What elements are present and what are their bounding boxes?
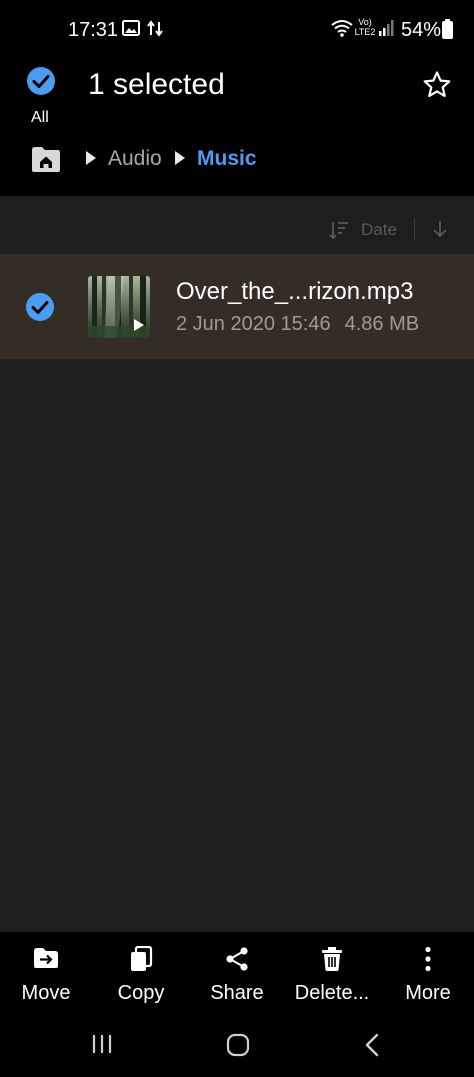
- recent-apps-icon[interactable]: [91, 1033, 113, 1060]
- file-date: 2 Jun 2020 15:46: [176, 313, 331, 335]
- sort-direction-arrow-icon[interactable]: [431, 219, 449, 244]
- file-name: Over_the_...rizon.mp3: [176, 278, 414, 305]
- row-checked-icon[interactable]: [25, 292, 55, 327]
- move-button[interactable]: Move: [6, 932, 86, 1020]
- wifi-icon: [331, 19, 353, 42]
- breadcrumb-music[interactable]: Music: [197, 147, 257, 171]
- more-label: More: [405, 982, 451, 1004]
- trash-icon: [321, 946, 343, 977]
- file-row[interactable]: Over_the_...rizon.mp3 2 Jun 2020 15:46 4.…: [0, 254, 474, 359]
- back-icon[interactable]: [364, 1033, 380, 1062]
- select-all-checkbox[interactable]: All: [22, 66, 60, 126]
- checked-circle-icon: [26, 66, 56, 101]
- more-vertical-icon: [424, 946, 432, 977]
- selection-top-bar: All 1 selected: [0, 56, 474, 126]
- battery-percent: 54%: [401, 19, 442, 41]
- sort-bar: Date: [0, 196, 474, 254]
- sort-divider: [414, 218, 415, 240]
- breadcrumb-separator-icon: [86, 151, 96, 165]
- system-navigation-bar: [0, 1020, 474, 1077]
- signal-icon: [378, 19, 394, 42]
- copy-button[interactable]: Copy: [100, 932, 182, 1020]
- status-time: 17:31: [68, 19, 119, 41]
- home-icon[interactable]: [30, 144, 62, 174]
- delete-button[interactable]: Delete...: [288, 932, 376, 1020]
- bottom-action-bar: Move Copy Share Delete... More: [0, 932, 474, 1020]
- status-bar: 17:31 Vo) LTE2 54%: [0, 0, 474, 56]
- move-label: Move: [21, 982, 71, 1004]
- file-meta: 2 Jun 2020 15:46 4.86 MB: [176, 313, 419, 336]
- home-button-icon[interactable]: [226, 1033, 250, 1062]
- volte-indicator: Vo) LTE2: [354, 17, 376, 37]
- file-list: Date Over_the_...rizon.mp3 2 Jun 2020 15…: [0, 196, 474, 932]
- share-icon: [225, 946, 249, 977]
- copy-label: Copy: [117, 982, 165, 1004]
- battery-icon: [442, 19, 453, 44]
- delete-label: Delete...: [294, 982, 370, 1004]
- move-icon: [33, 946, 59, 975]
- breadcrumb: Audio Music: [0, 140, 474, 180]
- more-button[interactable]: More: [388, 932, 468, 1020]
- file-size: 4.86 MB: [344, 313, 420, 335]
- breadcrumb-audio[interactable]: Audio: [108, 147, 162, 171]
- favorite-star-icon[interactable]: [422, 70, 452, 105]
- sort-icon[interactable]: [328, 220, 350, 245]
- select-all-label: All: [31, 109, 49, 126]
- audio-thumbnail: [88, 276, 150, 338]
- gallery-notification-icon: [122, 20, 140, 41]
- breadcrumb-separator-icon: [175, 151, 185, 165]
- selected-count-title: 1 selected: [88, 68, 225, 101]
- play-icon: [133, 318, 145, 337]
- data-transfer-icon: [146, 20, 164, 42]
- share-label: Share: [210, 982, 264, 1004]
- share-button[interactable]: Share: [196, 932, 278, 1020]
- sort-label[interactable]: Date: [361, 220, 397, 240]
- copy-icon: [129, 945, 153, 977]
